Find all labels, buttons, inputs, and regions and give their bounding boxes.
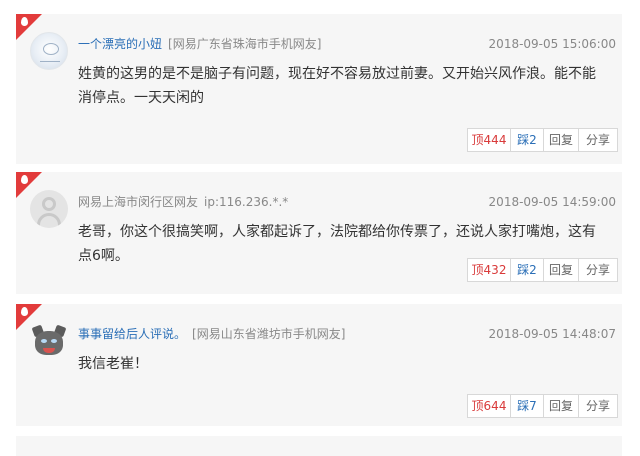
comment-actions: 顶432 踩2 回复 分享 (467, 258, 618, 282)
comment-content: 我信老崔！ (78, 356, 148, 372)
reply-button[interactable]: 回复 (543, 128, 579, 152)
comment-time: 2018-09-05 14:59:00 (488, 195, 616, 209)
downvote-button[interactable]: 踩2 (510, 128, 544, 152)
user-location: [网易山东省潍坊市手机网友] (192, 327, 346, 341)
comment-card: 事事留给后人评说。 [网易山东省潍坊市手机网友] 2018-09-05 14:48… (16, 304, 622, 426)
comment-card-partial (16, 436, 622, 456)
share-button[interactable]: 分享 (578, 394, 618, 418)
downvote-button[interactable]: 踩2 (510, 258, 544, 282)
avatar[interactable] (30, 190, 68, 228)
user-ip: ip:116.236.*.* (204, 195, 289, 209)
share-button[interactable]: 分享 (578, 128, 618, 152)
username-label: 网易上海市闵行区网友 (78, 195, 199, 209)
share-button[interactable]: 分享 (578, 258, 618, 282)
comment-content: 姓黄的这男的是不是脑子有问题，现在好不容易放过前妻。又开始兴风作浪。能不能消停点… (78, 66, 596, 106)
upvote-button[interactable]: 顶444 (467, 128, 511, 152)
upvote-button[interactable]: 顶644 (467, 394, 511, 418)
comment-card: 一个漂亮的小妞 [网易广东省珠海市手机网友] 2018-09-05 15:06:0… (16, 14, 622, 164)
username-link[interactable]: 一个漂亮的小妞 (78, 37, 162, 51)
comment-meta: 事事留给后人评说。 [网易山东省潍坊市手机网友] (78, 326, 345, 342)
comment-meta: 一个漂亮的小妞 [网易广东省珠海市手机网友] (78, 36, 321, 52)
username-link[interactable]: 事事留给后人评说。 (78, 327, 186, 341)
comment-list: 一个漂亮的小妞 [网易广东省珠海市手机网友] 2018-09-05 15:06:0… (0, 0, 640, 456)
comment-time: 2018-09-05 14:48:07 (488, 327, 616, 341)
upvote-button[interactable]: 顶432 (467, 258, 511, 282)
comment-card: 网易上海市闵行区网友 ip:116.236.*.* 2018-09-05 14:5… (16, 172, 622, 294)
reply-button[interactable]: 回复 (543, 394, 579, 418)
avatar[interactable] (30, 322, 68, 360)
comment-meta: 网易上海市闵行区网友 ip:116.236.*.* (78, 194, 288, 210)
avatar[interactable] (30, 32, 68, 70)
comment-actions: 顶444 踩2 回复 分享 (467, 128, 618, 152)
user-location: [网易广东省珠海市手机网友] (168, 37, 322, 51)
reply-button[interactable]: 回复 (543, 258, 579, 282)
comment-actions: 顶644 踩7 回复 分享 (467, 394, 618, 418)
comment-time: 2018-09-05 15:06:00 (488, 37, 616, 51)
downvote-button[interactable]: 踩7 (510, 394, 544, 418)
